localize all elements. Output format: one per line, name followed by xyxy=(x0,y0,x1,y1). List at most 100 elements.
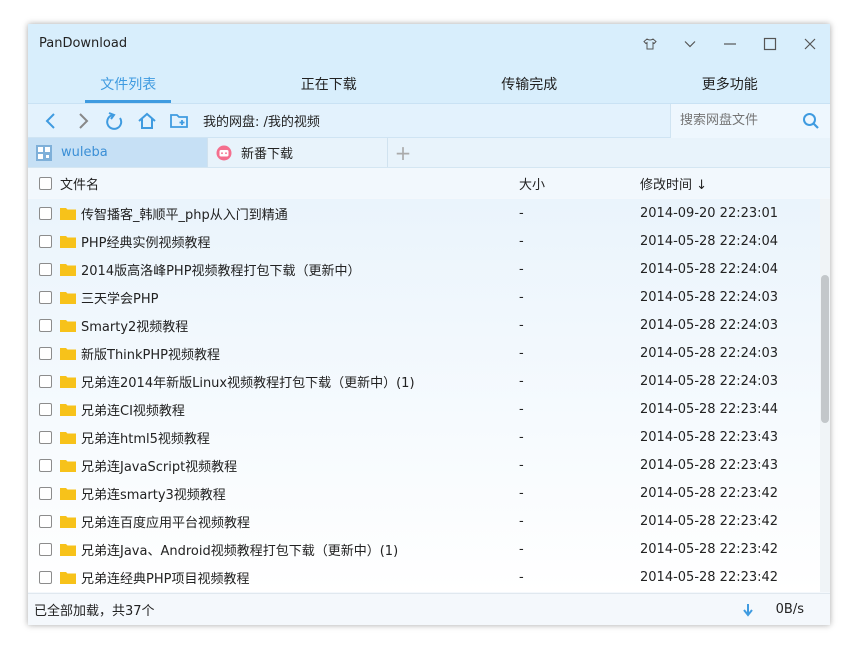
row-checkbox[interactable] xyxy=(39,234,52,248)
file-name: PHP经典实例视频教程 xyxy=(81,235,211,251)
table-row[interactable]: 兄弟连经典PHP项目视频教程 - 2014-05-28 22:23:42 xyxy=(28,563,820,591)
file-size: - xyxy=(519,345,524,361)
tab-more[interactable]: 更多功能 xyxy=(630,64,831,103)
forward-button[interactable] xyxy=(67,104,99,138)
row-checkbox[interactable] xyxy=(39,290,52,304)
table-row[interactable]: 兄弟连2014年新版Linux视频教程打包下载（更新中）(1) - 2014-05-… xyxy=(28,367,820,395)
row-checkbox[interactable] xyxy=(39,514,52,528)
file-size: - xyxy=(519,513,524,529)
skin-button[interactable] xyxy=(630,24,670,64)
bilibili-icon xyxy=(216,145,232,160)
toolbar: 我的网盘: /我的视频 xyxy=(28,103,830,138)
table-row[interactable]: 兄弟连smarty3视频教程 - 2014-05-28 22:23:42 xyxy=(28,479,820,507)
file-modified-time: 2014-05-28 22:23:44 xyxy=(640,401,779,417)
account-tab-wuleba[interactable]: wuleba xyxy=(28,138,208,167)
file-size: - xyxy=(519,401,524,417)
file-name: 2014版高洛峰PHP视频教程打包下载（更新中） xyxy=(81,263,361,279)
maximize-button[interactable] xyxy=(750,24,790,64)
table-row[interactable]: PHP经典实例视频教程 - 2014-05-28 22:24:04 xyxy=(28,227,820,255)
column-modified[interactable]: 修改时间 ↓ xyxy=(640,174,830,193)
search-icon[interactable] xyxy=(802,112,820,130)
file-name: 兄弟连JavaScript视频教程 xyxy=(81,459,238,475)
tab-file-list[interactable]: 文件列表 xyxy=(28,64,229,103)
tab-downloading[interactable]: 正在下载 xyxy=(229,64,430,103)
row-checkbox[interactable] xyxy=(39,430,52,444)
file-size: - xyxy=(519,485,524,501)
row-checkbox[interactable] xyxy=(39,206,52,220)
folder-icon xyxy=(60,375,76,388)
folder-icon xyxy=(60,319,76,332)
file-size: - xyxy=(519,289,524,305)
folder-icon xyxy=(60,207,76,220)
file-modified-time: 2014-05-28 22:24:03 xyxy=(640,373,779,389)
home-icon xyxy=(138,112,156,129)
chevron-down-icon xyxy=(684,41,696,48)
table-row[interactable]: 传智播客_韩顺平_php从入门到精通 - 2014-09-20 22:23:01 xyxy=(28,199,820,227)
refresh-button[interactable] xyxy=(99,104,131,138)
table-row[interactable]: 兄弟连html5视频教程 - 2014-05-28 22:23:43 xyxy=(28,423,820,451)
column-name[interactable]: 文件名 xyxy=(60,174,99,193)
table-row[interactable]: 兄弟连CI视频教程 - 2014-05-28 22:23:44 xyxy=(28,395,820,423)
row-checkbox[interactable] xyxy=(39,318,52,332)
row-checkbox[interactable] xyxy=(39,486,52,500)
row-checkbox[interactable] xyxy=(39,542,52,556)
column-size[interactable]: 大小 xyxy=(519,174,640,193)
table-row[interactable]: 兄弟连JavaScript视频教程 - 2014-05-28 22:23:43 xyxy=(28,451,820,479)
qr-code-icon xyxy=(36,144,52,161)
account-tab-label: wuleba xyxy=(61,145,108,160)
table-row[interactable]: 兄弟连百度应用平台视频教程 - 2014-05-28 22:23:42 xyxy=(28,507,820,535)
file-size: - xyxy=(519,205,524,221)
table-row[interactable]: 2014版高洛峰PHP视频教程打包下载（更新中） - 2014-05-28 22:2… xyxy=(28,255,820,283)
status-bar: 已全部加载，共37个 0B/s xyxy=(28,593,830,625)
search-input[interactable] xyxy=(671,113,791,128)
file-modified-time: 2014-05-28 22:23:42 xyxy=(640,569,779,585)
file-name: 兄弟连百度应用平台视频教程 xyxy=(81,515,251,531)
account-tab-anime[interactable]: 新番下载 xyxy=(208,138,388,167)
file-modified-time: 2014-05-28 22:23:43 xyxy=(640,429,779,445)
file-size: - xyxy=(519,457,524,473)
chevron-left-icon xyxy=(45,112,55,129)
folder-icon xyxy=(60,487,76,500)
row-checkbox[interactable] xyxy=(39,570,52,584)
file-name: 兄弟连html5视频教程 xyxy=(81,431,210,447)
file-modified-time: 2014-05-28 22:24:04 xyxy=(640,233,779,249)
select-all-checkbox[interactable] xyxy=(39,176,52,190)
table-row[interactable]: 兄弟连Java、Android视频教程打包下载（更新中）(1) - 2014-05-… xyxy=(28,535,820,563)
file-size: - xyxy=(519,317,524,333)
download-speed: 0B/s xyxy=(775,602,804,617)
folder-icon xyxy=(60,263,76,276)
app-window: PanDownload 文件列表 正在下载 传输完成 更多功能 我的网盘: /我… xyxy=(28,24,830,625)
folder-icon xyxy=(60,571,76,584)
row-checkbox[interactable] xyxy=(39,346,52,360)
file-modified-time: 2014-09-20 22:23:01 xyxy=(640,205,779,221)
file-size: - xyxy=(519,569,524,585)
scrollbar[interactable] xyxy=(820,199,830,592)
shirt-icon xyxy=(643,38,657,50)
row-checkbox[interactable] xyxy=(39,262,52,276)
tab-completed[interactable]: 传输完成 xyxy=(429,64,630,103)
status-text: 已全部加载，共37个 xyxy=(34,604,155,619)
close-button[interactable] xyxy=(790,24,830,64)
new-folder-button[interactable] xyxy=(163,104,195,138)
file-size: - xyxy=(519,541,524,557)
chevron-right-icon xyxy=(79,112,89,129)
add-tab-button[interactable]: + xyxy=(388,138,418,167)
refresh-icon xyxy=(106,111,123,130)
home-button[interactable] xyxy=(131,104,163,138)
file-size: - xyxy=(519,261,524,277)
table-row[interactable]: Smarty2视频教程 - 2014-05-28 22:24:03 xyxy=(28,311,820,339)
table-row[interactable]: 新版ThinkPHP视频教程 - 2014-05-28 22:24:03 xyxy=(28,339,820,367)
folder-icon xyxy=(60,403,76,416)
row-checkbox[interactable] xyxy=(39,458,52,472)
minimize-icon xyxy=(724,43,736,45)
back-button[interactable] xyxy=(35,104,67,138)
menu-button[interactable] xyxy=(670,24,710,64)
folder-icon xyxy=(60,543,76,556)
minimize-button[interactable] xyxy=(710,24,750,64)
table-row[interactable]: 三天学会PHP - 2014-05-28 22:24:03 xyxy=(28,283,820,311)
scrollbar-thumb[interactable] xyxy=(821,275,829,423)
close-icon xyxy=(804,38,816,50)
row-checkbox[interactable] xyxy=(39,402,52,416)
list-header: 文件名 大小 修改时间 ↓ xyxy=(28,168,830,198)
row-checkbox[interactable] xyxy=(39,374,52,388)
